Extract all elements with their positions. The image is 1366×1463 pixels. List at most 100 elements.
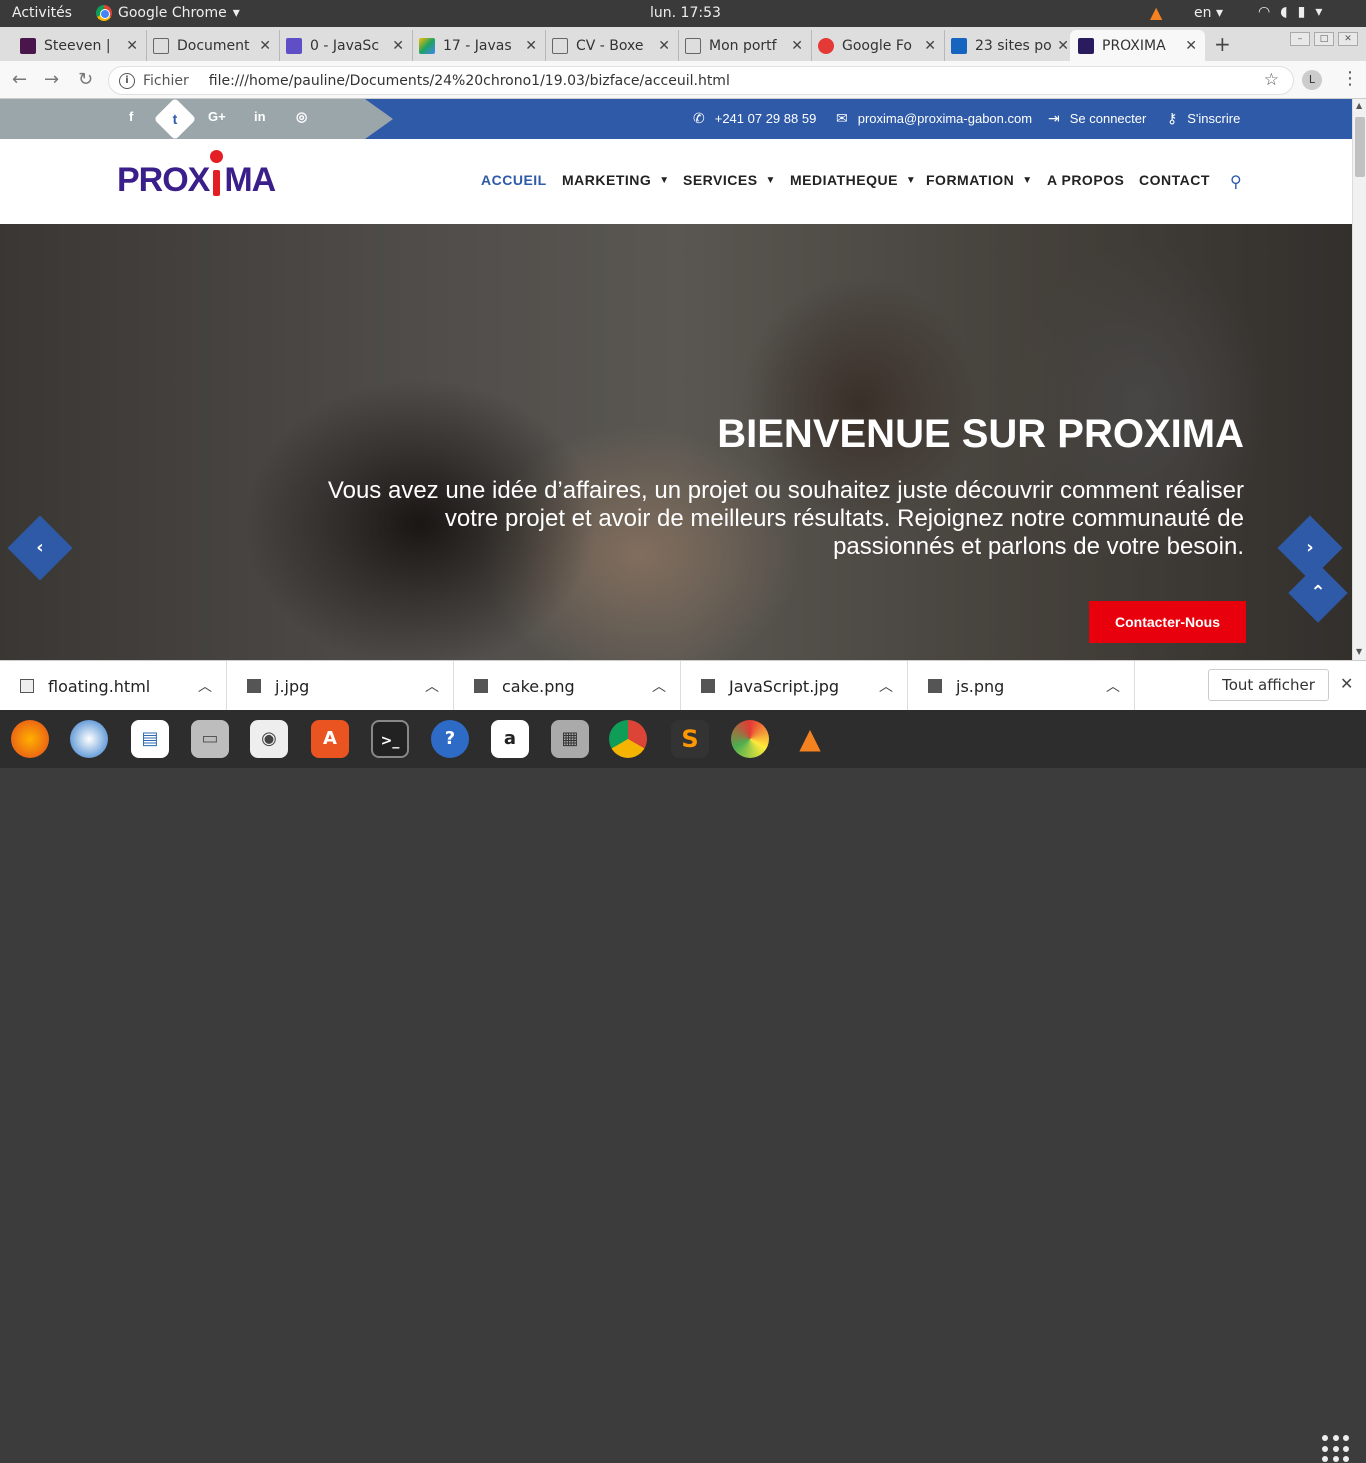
google-plus-icon[interactable]: G+	[208, 109, 226, 124]
close-icon[interactable]: ✕	[1185, 38, 1197, 54]
register-link[interactable]: ⚷ S'inscrire	[1167, 110, 1240, 127]
download-item[interactable]: j.jpg ︿	[227, 661, 454, 711]
chevron-up-icon[interactable]: ︿	[1106, 676, 1120, 696]
input-language[interactable]: en ▾	[1194, 5, 1223, 21]
close-icon[interactable]: ✕	[392, 38, 404, 54]
terminal-icon[interactable]: >_	[371, 720, 409, 758]
chevron-up-icon[interactable]: ︿	[879, 676, 893, 696]
clock[interactable]: lun. 17:53	[650, 5, 721, 21]
linkedin-icon[interactable]: in	[254, 109, 266, 124]
browser-tab[interactable]: CV - Boxe ✕	[544, 30, 679, 61]
help-icon[interactable]: ?	[431, 720, 469, 758]
address-bar[interactable]: i Fichier file:///home/pauline/Documents…	[108, 66, 1294, 95]
download-item[interactable]: cake.png ︿	[454, 661, 681, 711]
download-item[interactable]: js.png ︿	[908, 661, 1135, 711]
maximize-button[interactable]: □	[1314, 32, 1334, 46]
app-menu[interactable]: Google Chrome ▾	[96, 5, 240, 21]
files-icon[interactable]: ▭	[191, 720, 229, 758]
close-window-button[interactable]: ✕	[1338, 32, 1358, 46]
scanner-icon[interactable]: ▦	[551, 720, 589, 758]
download-item[interactable]: floating.html ︿	[0, 661, 227, 711]
nav-a-propos[interactable]: A PROPOS	[1047, 172, 1124, 188]
browser-tab[interactable]: Mon portf ✕	[677, 30, 812, 61]
minimize-button[interactable]: –	[1290, 32, 1310, 46]
vlc-icon[interactable]: ▲	[791, 720, 829, 758]
browser-tab[interactable]: Steeven | ✕	[12, 30, 147, 61]
bookmark-star-icon[interactable]: ☆	[1264, 70, 1279, 90]
site-icon	[951, 37, 967, 54]
reload-icon[interactable]: ↻	[78, 69, 93, 90]
app-name: Google Chrome	[118, 5, 227, 21]
search-icon[interactable]: ⚲	[1230, 172, 1242, 191]
battery-icon: ▮	[1297, 4, 1306, 20]
facebook-icon[interactable]: f	[129, 109, 133, 124]
contact-us-button[interactable]: Contacter-Nous	[1089, 601, 1246, 643]
email-link[interactable]: ✉ proxima@proxima-gabon.com	[836, 110, 1032, 127]
color-app-icon[interactable]	[731, 720, 769, 758]
vlc-tray-icon[interactable]: ▲	[1150, 3, 1162, 22]
thunderbird-icon[interactable]	[70, 720, 108, 758]
browser-tab[interactable]: 0 - JavaSc ✕	[278, 30, 413, 61]
scroll-top-button[interactable]: ⌃	[1288, 563, 1348, 623]
browser-tab[interactable]: 17 - Javas ✕	[411, 30, 546, 61]
tab-title: PROXIMA	[1102, 37, 1166, 54]
nav-marketing[interactable]: MARKETING ▼	[562, 172, 670, 188]
chevron-up-icon[interactable]: ︿	[652, 676, 666, 696]
browser-tab[interactable]: Google Fo ✕	[810, 30, 945, 61]
close-icon[interactable]: ✕	[924, 38, 936, 54]
close-icon[interactable]: ✕	[126, 38, 138, 54]
browser-tab[interactable]: Document ✕	[145, 30, 280, 61]
chevron-up-icon[interactable]: ︿	[425, 676, 439, 696]
close-icon[interactable]: ✕	[791, 38, 803, 54]
chrome-icon[interactable]	[609, 720, 647, 758]
slider-prev-button[interactable]: ‹	[7, 515, 73, 581]
url-text[interactable]: file:///home/pauline/Documents/24%20chro…	[209, 73, 730, 89]
show-applications-icon[interactable]	[1322, 1435, 1350, 1463]
back-icon[interactable]: ←	[12, 69, 27, 90]
phone-link[interactable]: ✆ +241 07 29 88 59	[693, 110, 816, 127]
chevron-up-icon: ⌃	[1310, 582, 1326, 603]
writer-icon[interactable]: ▤	[131, 720, 169, 758]
nav-accueil[interactable]: ACCUEIL	[481, 172, 547, 188]
chevron-up-icon[interactable]: ︿	[198, 676, 212, 696]
rhythmbox-icon[interactable]: ◉	[250, 720, 288, 758]
sublime-text-icon[interactable]: S	[671, 720, 709, 758]
login-link[interactable]: ⇥ Se connecter	[1048, 110, 1146, 127]
activities-button[interactable]: Activités	[12, 5, 72, 21]
scroll-down-icon[interactable]: ▼	[1356, 647, 1362, 656]
system-menu[interactable]: ◠ ◖ ▮ ▾	[1258, 4, 1322, 20]
browser-tab-active[interactable]: PROXIMA ✕	[1070, 30, 1205, 61]
close-icon[interactable]: ✕	[1057, 38, 1069, 54]
twitter-glyph: t	[172, 111, 178, 127]
download-item[interactable]: JavaScript.jpg ︿	[681, 661, 908, 711]
profile-avatar[interactable]: L	[1302, 70, 1322, 90]
page-scrollbar[interactable]: ▲ ▼	[1352, 99, 1366, 660]
image-file-icon	[928, 679, 942, 693]
close-icon[interactable]: ✕	[525, 38, 537, 54]
tab-title: 17 - Javas	[443, 37, 512, 54]
show-all-downloads-button[interactable]: Tout afficher	[1208, 669, 1329, 701]
envelope-icon: ✉	[836, 110, 848, 126]
nav-services[interactable]: SERVICES ▼	[683, 172, 776, 188]
nav-mediatheque[interactable]: MEDIATHEQUE ▼	[790, 172, 916, 188]
nav-formation[interactable]: FORMATION ▼	[926, 172, 1033, 188]
kebab-menu-icon[interactable]: ⋮	[1341, 68, 1359, 89]
scrollbar-thumb[interactable]	[1355, 117, 1365, 177]
info-icon[interactable]: i	[119, 72, 135, 89]
close-icon[interactable]: ✕	[1340, 674, 1353, 693]
amazon-icon[interactable]: a	[491, 720, 529, 758]
firefox-icon[interactable]	[11, 720, 49, 758]
nav-contact[interactable]: CONTACT	[1139, 172, 1210, 188]
proxima-logo[interactable]: PROX MA	[117, 150, 276, 200]
twitter-icon[interactable]: t	[153, 99, 197, 139]
close-icon[interactable]: ✕	[658, 38, 670, 54]
new-tab-button[interactable]: +	[1214, 32, 1231, 56]
close-icon[interactable]: ✕	[259, 38, 271, 54]
forward-icon[interactable]: →	[44, 69, 59, 90]
scroll-up-icon[interactable]: ▲	[1356, 101, 1362, 110]
software-center-icon[interactable]: A	[311, 720, 349, 758]
tab-title: Google Fo	[842, 37, 912, 54]
browser-tab[interactable]: 23 sites po ✕	[943, 30, 1078, 61]
instagram-icon[interactable]: ◎	[296, 109, 307, 125]
file-icon	[20, 679, 34, 693]
